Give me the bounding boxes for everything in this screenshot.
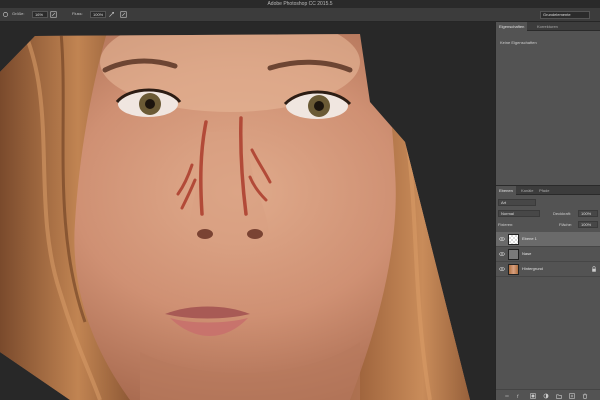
title-bar: Adobe Photoshop CC 2015.5 — [0, 0, 600, 8]
new-layer-icon[interactable] — [569, 393, 575, 399]
layer-thumbnail — [508, 264, 519, 275]
add-mask-icon[interactable] — [530, 393, 536, 399]
lock-row: Fixieren: Fläche: 100% — [498, 221, 599, 229]
size-label: Größe: — [12, 11, 25, 16]
layer-name: Hintergrund — [522, 266, 543, 271]
delete-layer-icon[interactable] — [582, 393, 588, 399]
properties-tabs: Eigenschaften Korrekturen — [496, 22, 600, 31]
tab-properties[interactable]: Eigenschaften — [496, 22, 528, 31]
options-bar: Größe: 16% Fluss: 100% Grundelemente — [0, 8, 600, 22]
opacity-field[interactable]: 100% — [578, 210, 598, 217]
photoshop-window: Adobe Photoshop CC 2015.5 Größe: 16% Flu… — [0, 0, 600, 400]
workspace-selector[interactable]: Grundelemente — [540, 11, 590, 19]
lock-icon — [592, 266, 596, 272]
right-panel-dock: Eigenschaften Korrekturen Keine Eigensch… — [495, 22, 600, 400]
layers-panel: Ebenen Kanäle Pfade Art Normal Deckkraft… — [496, 185, 600, 400]
tab-paths[interactable]: Pfade — [536, 186, 552, 195]
size-field[interactable]: 16% — [32, 11, 48, 18]
visibility-eye-icon[interactable] — [499, 236, 505, 242]
layer-style-icon[interactable]: f — [517, 393, 523, 399]
visibility-eye-icon[interactable] — [499, 266, 505, 272]
opacity-label: Deckkraft: — [553, 211, 572, 216]
brush-tool-icon[interactable] — [2, 11, 9, 18]
layer-row-hintergrund[interactable]: Hintergrund — [496, 262, 600, 277]
layers-tabs: Ebenen Kanäle Pfade — [496, 186, 600, 195]
lock-label: Fixieren: — [498, 222, 514, 227]
adjustment-layer-icon[interactable] — [543, 393, 549, 399]
fill-label: Fläche: — [559, 222, 573, 227]
blend-mode-select[interactable]: Normal — [498, 210, 540, 217]
flow-field[interactable]: 100% — [90, 11, 106, 18]
visibility-eye-icon[interactable] — [499, 251, 505, 257]
layer-row-nase[interactable]: Nase — [496, 247, 600, 262]
airbrush-icon[interactable] — [108, 11, 115, 18]
blend-row: Normal Deckkraft: 100% — [498, 210, 599, 218]
pressure-flow-icon[interactable] — [120, 11, 127, 18]
new-group-icon[interactable] — [556, 393, 562, 399]
filter-kind-select[interactable]: Art — [498, 199, 536, 206]
portrait-image — [0, 34, 470, 400]
layers-bottom-toolbar: f — [496, 389, 600, 400]
layer-name: Nase — [522, 251, 532, 256]
svg-text:f: f — [517, 394, 519, 399]
properties-empty-text: Keine Eigenschaften — [500, 40, 537, 45]
tab-adjustments[interactable]: Korrekturen — [534, 22, 561, 31]
fill-field[interactable]: 100% — [578, 221, 598, 228]
properties-panel: Keine Eigenschaften — [496, 31, 600, 185]
layer-row-ebene-1[interactable]: Ebene 1 — [496, 232, 600, 247]
layer-filter-row: Art — [498, 199, 599, 207]
tab-channels[interactable]: Kanäle — [518, 186, 536, 195]
window-title: Adobe Photoshop CC 2015.5 — [267, 1, 333, 7]
pressure-size-icon[interactable] — [50, 11, 57, 18]
document-canvas[interactable] — [0, 22, 495, 400]
layer-thumbnail — [508, 234, 519, 245]
layer-thumbnail — [508, 249, 519, 260]
tab-layers[interactable]: Ebenen — [496, 186, 516, 195]
layer-name: Ebene 1 — [522, 236, 537, 241]
flow-label: Fluss: — [72, 11, 83, 16]
link-layers-icon[interactable] — [504, 393, 510, 399]
